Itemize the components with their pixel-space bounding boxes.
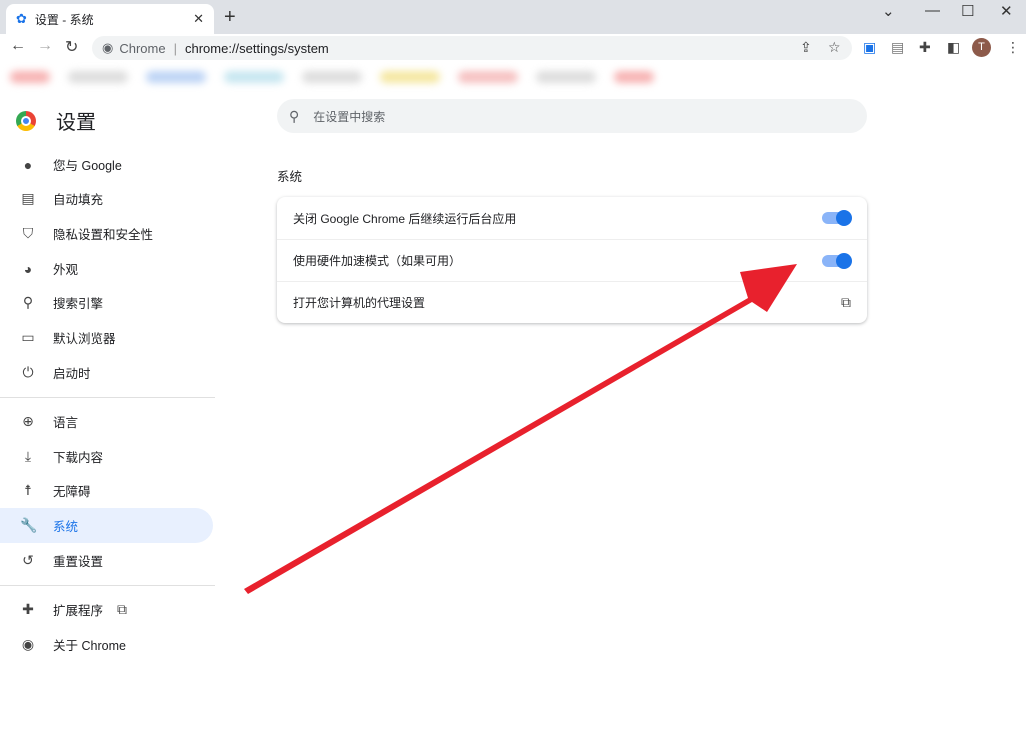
minimize-button[interactable]: — <box>925 2 940 19</box>
sidebar-item-label: 外观 <box>53 263 79 277</box>
palette-icon: ◕ <box>23 260 33 277</box>
reload-button[interactable]: ↻ <box>65 37 78 57</box>
maximize-button[interactable]: ☐ <box>961 2 974 20</box>
close-tab-icon[interactable]: ✕ <box>193 11 204 27</box>
divider <box>0 585 215 586</box>
sidebar-item-label: 系统 <box>53 520 79 534</box>
sidebar-item-label: 默认浏览器 <box>53 332 116 346</box>
chrome-icon: ◉ <box>102 40 114 55</box>
proxy-settings-row[interactable]: 打开您计算机的代理设置 ⧉ <box>277 281 867 323</box>
hardware-acceleration-row[interactable]: 使用硬件加速模式（如果可用） <box>277 239 867 281</box>
star-icon[interactable]: ☆ <box>828 39 841 56</box>
sidebar-item[interactable]: ↺ 重置设置 <box>0 543 213 578</box>
sidebar-item-label: 下载内容 <box>53 451 104 465</box>
sidebar-item[interactable]: 🔧 系统 <box>0 508 213 543</box>
extension-icon[interactable]: ▤ <box>891 39 904 56</box>
restore-icon: ↺ <box>22 552 34 568</box>
sidebar-item[interactable]: ⛉ 隐私设置和安全性 <box>0 216 213 251</box>
person-icon: ● <box>23 156 33 173</box>
section-title: 系统 <box>277 170 303 184</box>
wrench-icon: 🔧 <box>20 517 38 533</box>
settings-search-input[interactable]: ⚲ 在设置中搜索 <box>277 99 867 133</box>
sidebar-item-label: 自动填充 <box>53 193 104 207</box>
puzzle-icon: ✚ <box>22 601 34 617</box>
accessibility-icon: ☨ <box>24 482 32 498</box>
tab-strip: ✿ 设置 - 系统 ✕ + ⌄ — ☐ ✕ <box>0 0 1026 34</box>
omnibox-url: chrome://settings/system <box>184 40 329 56</box>
back-button[interactable]: ← <box>10 37 26 55</box>
download-icon: ⤓ <box>24 448 32 464</box>
sidebar-item[interactable]: ⏻ 启动时 <box>0 355 213 390</box>
search-icon: ⚲ <box>22 294 34 310</box>
tab-search-icon[interactable]: ⌄ <box>882 2 895 20</box>
sidebar-item[interactable]: ☨ 无障碍 <box>0 473 213 508</box>
sidebar-item-label: 隐私设置和安全性 <box>53 228 154 242</box>
omnibox[interactable]: ◉ Chrome | chrome://settings/system <box>92 36 852 60</box>
sidebar-item-label: 扩展程序 <box>53 604 104 618</box>
power-icon: ⏻ <box>22 364 34 380</box>
open-in-new-icon[interactable]: ⧉ <box>841 294 851 311</box>
open-in-new-icon: ⧉ <box>117 601 128 617</box>
omnibox-site: Chrome <box>119 40 166 56</box>
sidebar-item[interactable]: ⊕ 语言 <box>0 404 213 439</box>
sidebar-item-label: 启动时 <box>53 367 91 381</box>
sidebar-item[interactable]: ⚲ 搜索引擎 <box>0 285 213 320</box>
forward-button[interactable]: → <box>37 37 53 55</box>
hardware-acceleration-toggle[interactable] <box>822 252 852 269</box>
puzzle-icon[interactable]: ✚ <box>919 39 931 56</box>
sidebar-item[interactable]: ⤓ 下载内容 <box>0 439 213 474</box>
sidebar-item[interactable]: ◕ 外观 <box>0 251 213 286</box>
sidebar-item[interactable]: ▤ 自动填充 <box>0 181 213 216</box>
sidebar-item-label: 无障碍 <box>53 485 91 499</box>
menu-icon[interactable]: ⋮ <box>1006 39 1020 56</box>
share-icon[interactable]: ⇪ <box>800 39 812 56</box>
sidebar-item-label: 语言 <box>53 416 79 430</box>
background-apps-toggle[interactable] <box>822 210 852 226</box>
clipboard-icon: ▤ <box>21 190 35 206</box>
tab-title: 设置 - 系统 <box>34 12 94 27</box>
chrome-icon: ◉ <box>21 636 35 652</box>
settings-header: 设置 <box>16 106 96 135</box>
sidebar-item[interactable]: ✚ 扩展程序 ⧉ <box>0 592 213 627</box>
search-icon: ⚲ <box>289 107 300 124</box>
sidebar-item[interactable]: ● 您与 Google <box>0 147 213 182</box>
avatar[interactable]: T <box>972 38 991 57</box>
bookmarks-bar <box>0 62 1018 92</box>
gear-icon: ✿ <box>16 11 27 26</box>
divider <box>0 397 215 398</box>
system-settings-card: 关闭 Google Chrome 后继续运行后台应用 使用硬件加速模式（如果可用… <box>277 197 867 323</box>
translate-icon[interactable]: ▣ <box>863 39 876 56</box>
row-label: 打开您计算机的代理设置 <box>293 296 426 310</box>
sidebar-item-label: 重置设置 <box>53 555 104 569</box>
globe-icon: ⊕ <box>22 413 34 429</box>
search-placeholder: 在设置中搜索 <box>313 109 386 124</box>
shield-icon: ⛉ <box>22 225 34 241</box>
row-label: 使用硬件加速模式（如果可用） <box>293 254 462 268</box>
sidebar-item-label: 搜索引擎 <box>53 297 104 311</box>
tab-settings[interactable]: ✿ 设置 - 系统 ✕ <box>6 4 214 34</box>
close-window-button[interactable]: ✕ <box>1000 2 1013 20</box>
sidebar-item-label: 您与 Google <box>53 159 122 173</box>
background-apps-row[interactable]: 关闭 Google Chrome 后继续运行后台应用 <box>277 197 867 239</box>
row-label: 关闭 Google Chrome 后继续运行后台应用 <box>293 211 517 226</box>
sidebar-item[interactable]: ◉ 关于 Chrome <box>0 627 213 662</box>
page-title: 设置 <box>56 112 96 134</box>
chrome-logo <box>16 110 36 131</box>
sidebar-item-label: 关于 Chrome <box>53 639 126 653</box>
new-tab-button[interactable]: + <box>224 6 236 29</box>
sidebar-item[interactable]: ▭ 默认浏览器 <box>0 320 213 355</box>
side-panel-icon[interactable]: ◧ <box>947 39 960 56</box>
browser-icon: ▭ <box>21 329 35 345</box>
